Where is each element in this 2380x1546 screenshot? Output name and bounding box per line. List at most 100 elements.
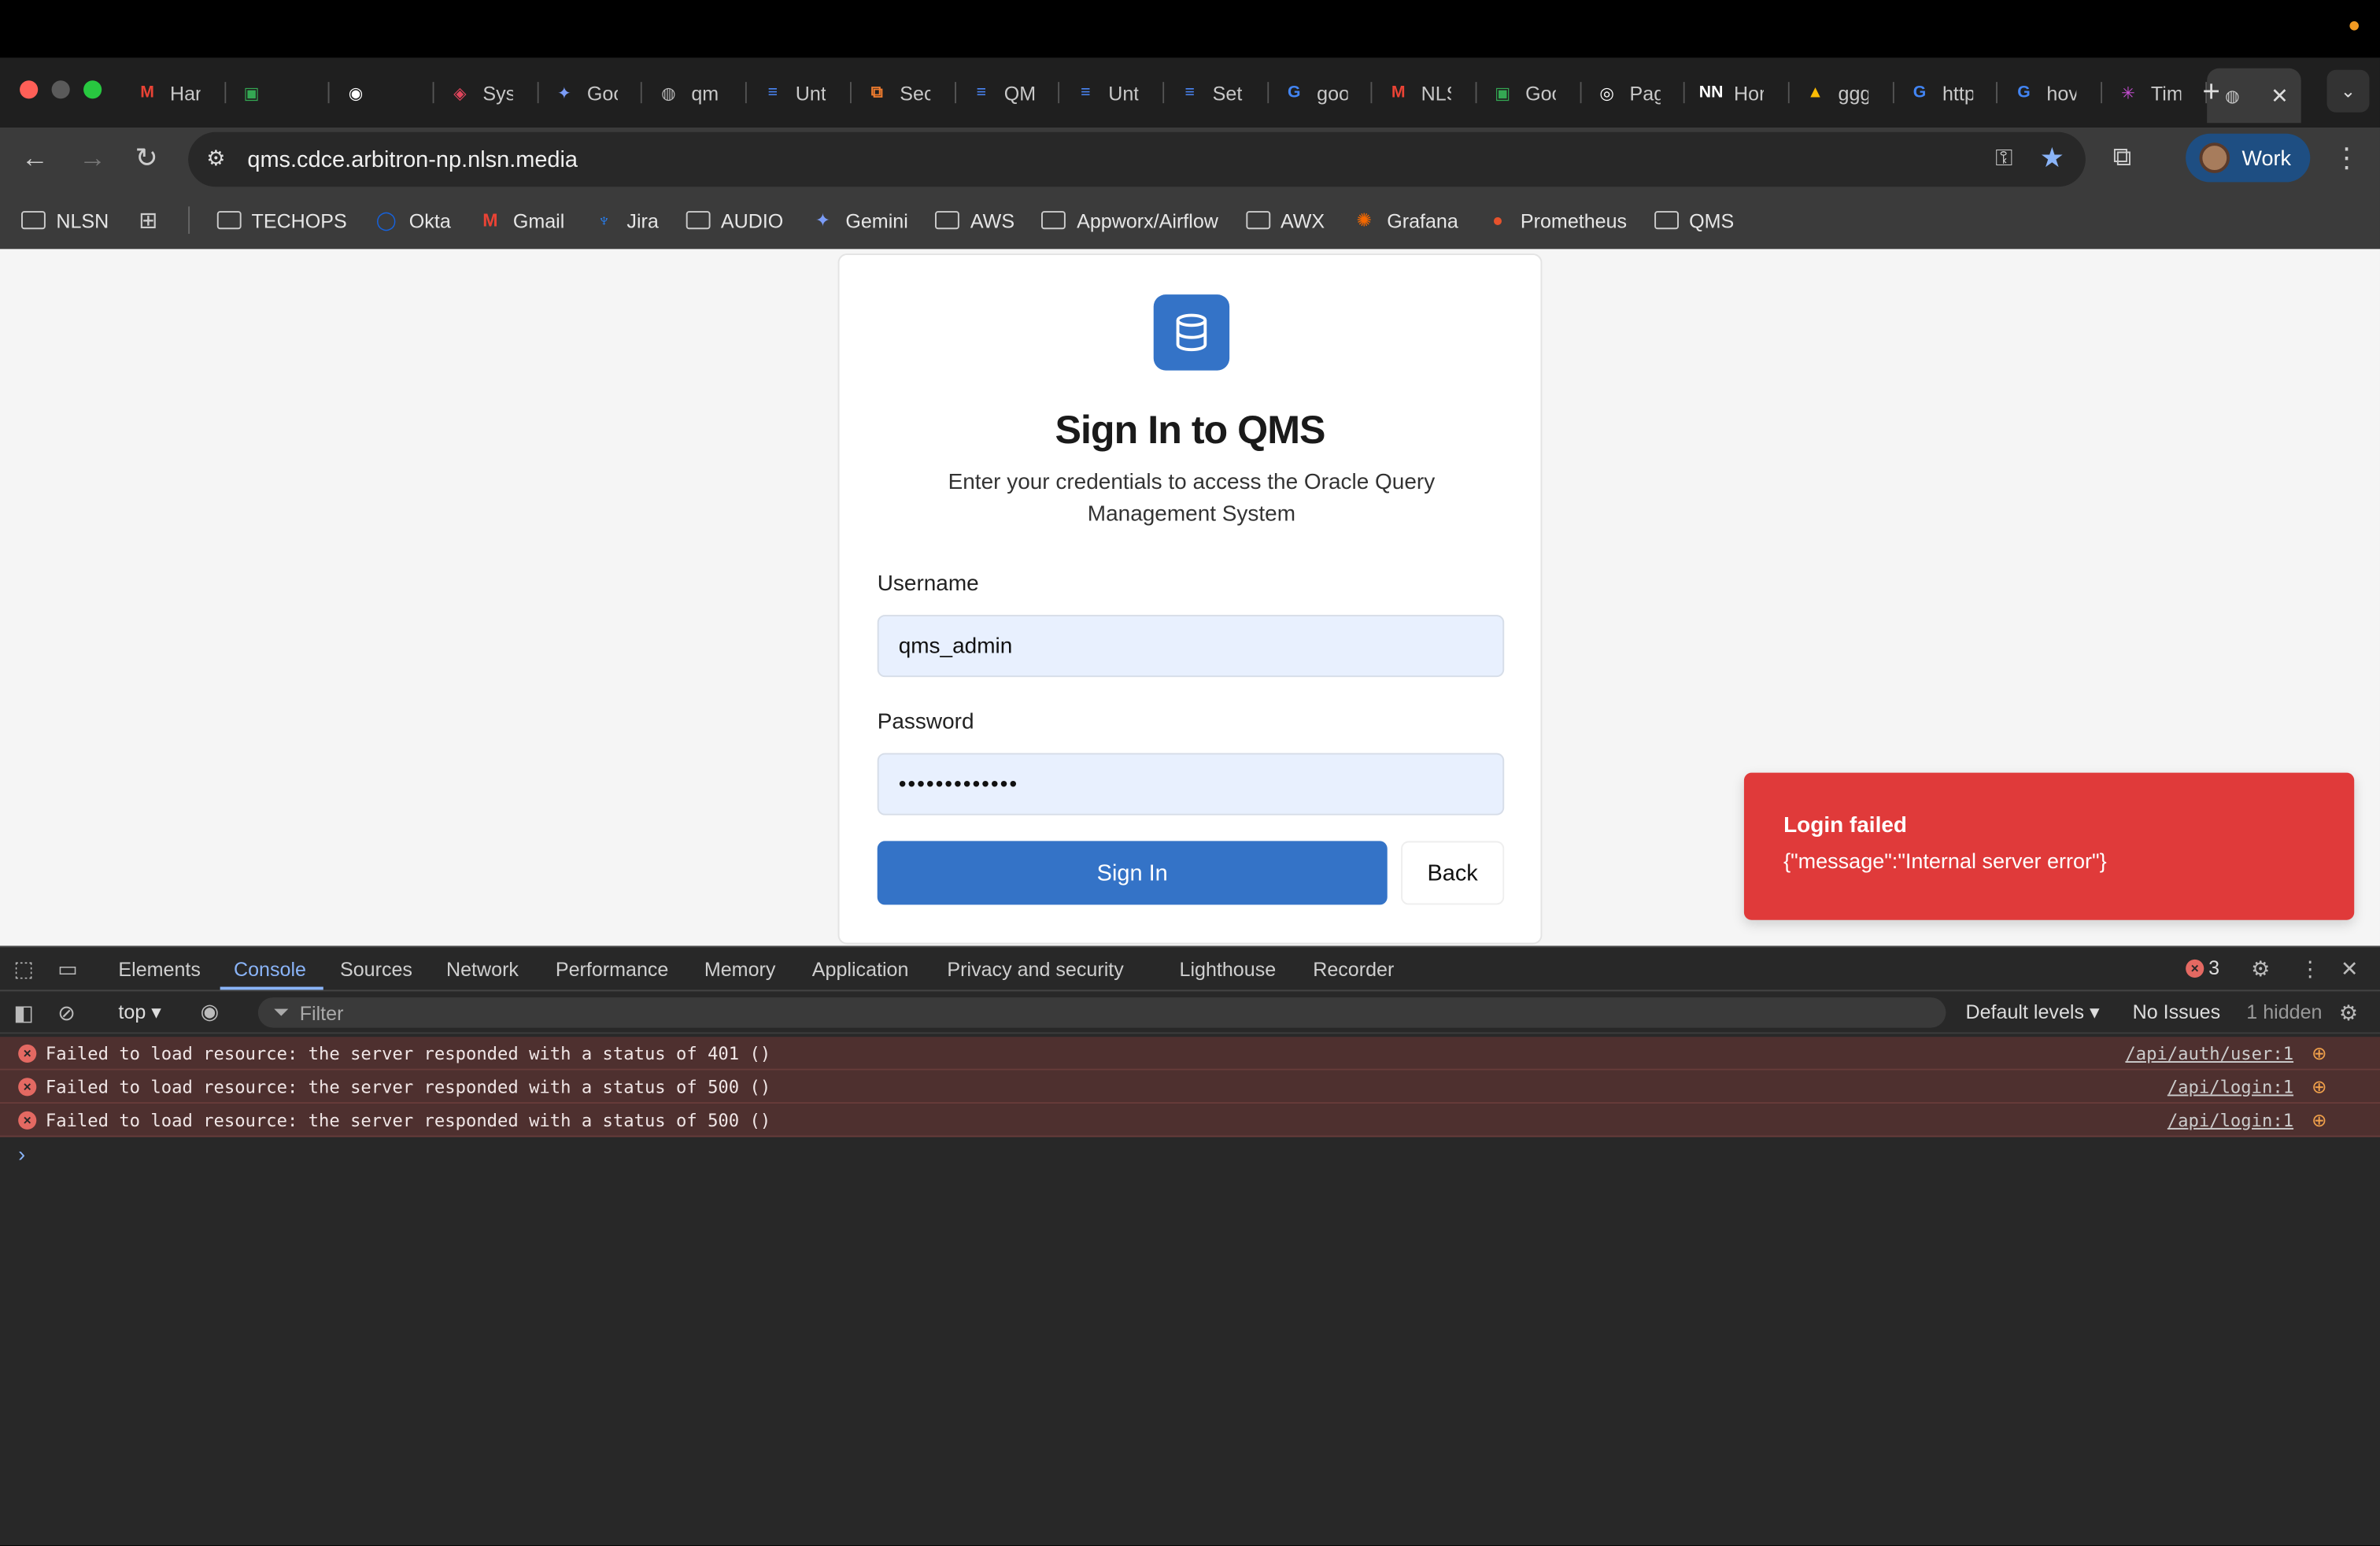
error-toast[interactable]: Login failed {"message":"Internal server… (1743, 772, 2355, 920)
bookmark-item[interactable]: ♆ Jira (592, 209, 659, 231)
minimize-window-icon[interactable] (51, 80, 70, 99)
globe-icon: ◍ (661, 84, 676, 103)
gmail-icon: M (482, 209, 498, 231)
devtools-tab[interactable]: Memory (704, 958, 776, 981)
bookmark-item[interactable]: QMS (1654, 209, 1734, 231)
devtools-tab[interactable]: Privacy and security (947, 958, 1123, 981)
context-select[interactable]: top ▾ (118, 1000, 161, 1025)
bookmark-item[interactable]: TECHOPS (216, 209, 347, 231)
browser-tab[interactable]: ▲ ggg (1790, 68, 1894, 117)
site-info-icon[interactable]: ⚙ (206, 146, 231, 170)
bookmark-item[interactable]: ⊞ (136, 208, 161, 234)
devtools-tab[interactable]: Elements (118, 958, 201, 981)
issues-button[interactable]: No Issues (2133, 1000, 2220, 1023)
back-button[interactable]: Back (1401, 841, 1505, 905)
profile-button[interactable]: Work (2186, 133, 2311, 183)
browser-tab[interactable]: NN Hor (1685, 68, 1790, 117)
browser-tab[interactable]: ▣ (226, 68, 330, 117)
google-icon: G (1287, 83, 1301, 102)
bookmark-item[interactable]: ✺ Grafana (1352, 209, 1458, 231)
devtools-tab[interactable]: Recorder (1313, 958, 1394, 981)
clear-console-icon[interactable]: ⊘ (57, 1000, 76, 1026)
folder-icon (216, 209, 242, 231)
inspect-element-icon[interactable]: ⬚ (13, 956, 34, 982)
browser-tab[interactable]: M NLS (1373, 68, 1476, 117)
network-request-icon[interactable]: ⊕ (2312, 1042, 2326, 1063)
tab-search-icon[interactable]: ⌄ (2326, 69, 2370, 113)
sign-in-button[interactable]: Sign In (877, 841, 1388, 905)
browser-tab[interactable]: ◈ Sys (434, 68, 538, 117)
bookmark-item[interactable]: AWX (1245, 209, 1325, 232)
bookmark-label: AWX (1280, 209, 1325, 232)
close-devtools-icon[interactable]: ✕ (2341, 956, 2359, 982)
browser-tab[interactable]: ◎ Pag (1581, 68, 1685, 117)
browser-menu-icon[interactable]: ⋮ (2333, 142, 2360, 174)
bookmark-item[interactable]: ● Prometheus (1486, 209, 1628, 232)
bookmark-item[interactable]: Appworx/Airflow (1041, 209, 1218, 232)
docs-icon: ≡ (1184, 83, 1195, 102)
extensions-icon[interactable]: ⧉ (2113, 142, 2131, 173)
devtools-tab[interactable]: Console (234, 958, 306, 981)
log-levels-dropdown[interactable]: Default levels ▾ (1965, 1000, 2099, 1025)
devtools-tab[interactable]: Sources (340, 958, 412, 981)
bookmark-item[interactable]: ✦ Gemini (811, 209, 908, 231)
bookmark-label: Prometheus (1520, 209, 1628, 232)
bookmark-item[interactable]: ◯ Okta (374, 209, 451, 231)
browser-tab[interactable]: M Har (121, 68, 226, 117)
browser-tab[interactable]: ▣ Goo (1476, 68, 1581, 117)
devtools-tab[interactable]: Network (446, 958, 519, 981)
sysdig-icon: ◈ (453, 84, 467, 103)
reload-icon[interactable]: ↻ (135, 142, 158, 174)
back-arrow-icon[interactable]: ← (21, 142, 49, 174)
settings-gear-icon[interactable]: ⚙ (2251, 956, 2270, 982)
browser-tab[interactable]: ≡ Set (1164, 68, 1268, 117)
devtools-tab[interactable]: Performance (556, 958, 669, 981)
devtools-menu-icon[interactable]: ⋮ (2300, 956, 2321, 982)
close-window-icon[interactable] (20, 80, 39, 99)
console-settings-gear-icon[interactable]: ⚙ (2339, 1000, 2358, 1026)
tab-title: Sec (900, 81, 930, 105)
bookmark-star-icon[interactable]: ★ (2040, 142, 2064, 174)
bookmark-item[interactable]: M Gmail (478, 209, 564, 231)
browser-tab[interactable]: Ghov (1998, 68, 2102, 117)
console-prompt-icon[interactable]: › (18, 1141, 25, 1166)
log-source-link[interactable]: /api/login:1 (2168, 1075, 2293, 1097)
browser-tab[interactable]: Ghttp (1894, 68, 1998, 117)
filter-input[interactable]: ⏷ Filter (257, 997, 1946, 1028)
error-count-badge[interactable]: × 3 (2186, 956, 2219, 979)
browser-tab[interactable]: ⧉ Sec (852, 68, 955, 117)
active-browser-tab[interactable]: ◍ ✕ (2206, 68, 2301, 124)
browser-tab[interactable]: ✳ Tim (2102, 68, 2207, 117)
browser-tab[interactable]: ◍ qm (643, 68, 747, 117)
forward-arrow-icon[interactable]: → (79, 142, 106, 174)
live-expression-eye-icon[interactable]: ◉ (201, 999, 220, 1025)
close-tab-icon[interactable]: ✕ (2271, 83, 2289, 109)
bookmark-item[interactable]: AWS (935, 209, 1014, 231)
browser-tab[interactable]: ✦ Goo (538, 68, 643, 117)
url-text[interactable]: qms.cdce.arbitron-np.nlsn.media (247, 147, 578, 173)
username-input[interactable]: qms_admin (877, 615, 1505, 678)
device-toolbar-icon[interactable]: ▭ (57, 956, 78, 982)
devtools-tab[interactable]: Lighthouse (1179, 958, 1276, 981)
browser-tab[interactable]: ◉ (330, 68, 434, 117)
log-source-link[interactable]: /api/auth/user:1 (2125, 1042, 2293, 1063)
password-key-icon[interactable]: ⚿ (1995, 146, 2012, 172)
browser-tab[interactable]: ≡ Unt (747, 68, 851, 117)
browser-tab[interactable]: ≡ QM (955, 68, 1059, 117)
maximize-window-icon[interactable] (83, 80, 102, 99)
bookmark-label: Appworx/Airflow (1077, 209, 1218, 232)
devtools-tab[interactable]: Application (812, 958, 909, 981)
new-tab-icon[interactable]: + (2202, 76, 2220, 110)
browser-tab[interactable]: ≡ Unt (1060, 68, 1164, 117)
bookmark-item[interactable]: NLSN (20, 209, 109, 231)
network-request-icon[interactable]: ⊕ (2312, 1109, 2326, 1130)
log-source-link[interactable]: /api/login:1 (2168, 1109, 2293, 1130)
browser-tab[interactable]: Ggoo (1268, 68, 1373, 117)
bookmark-item[interactable]: AUDIO (686, 209, 783, 231)
address-bar[interactable]: ⚙ qms.cdce.arbitron-np.nlsn.media ⚿ ★ (188, 131, 2086, 187)
tab-title: Pag (1629, 81, 1661, 105)
tab-title: Unt (795, 81, 826, 105)
sidebar-toggle-icon[interactable]: ◧ (13, 1000, 34, 1026)
password-input[interactable]: ••••••••••••• (877, 753, 1505, 816)
network-request-icon[interactable]: ⊕ (2312, 1075, 2326, 1097)
